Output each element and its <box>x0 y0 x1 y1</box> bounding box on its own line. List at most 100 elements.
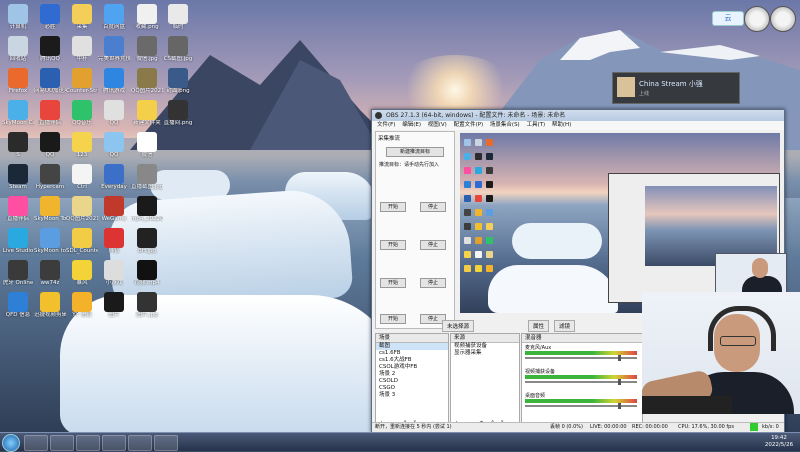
desktop-icon[interactable]: CS截图.jpg <box>162 36 194 63</box>
app-taskbar-button[interactable] <box>128 435 152 451</box>
start-stream-button[interactable]: 开始 <box>380 314 406 324</box>
desktop-icon[interactable]: QQ图片20210519101.png <box>131 68 163 95</box>
desktop-icon[interactable]: QQ <box>34 132 66 159</box>
desktop-icon[interactable]: QQ音乐 <box>66 100 98 127</box>
desktop-icon[interactable]: 封面.png <box>162 68 194 95</box>
desktop-icon[interactable]: Ctrl <box>66 164 98 191</box>
menu-profile[interactable]: 配置文件(P) <box>454 122 484 128</box>
desktop-icon[interactable]: 直播间.png <box>162 100 194 127</box>
obs-taskbar-button[interactable] <box>154 435 178 451</box>
desktop-icon[interactable]: 直播伴侣 <box>2 196 34 223</box>
desktop-icon[interactable]: 收藏.png <box>131 4 163 31</box>
desktop-icon[interactable]: 小游戏 <box>98 260 130 287</box>
menu-file[interactable]: 文件(F) <box>377 122 395 128</box>
start-stream-button[interactable]: 开始 <box>380 240 406 250</box>
desktop-icon[interactable]: 中杯 <box>66 36 98 63</box>
scene-item[interactable]: cs1.6大战FB <box>376 357 448 364</box>
source-item[interactable]: 视频捕获设备 <box>451 343 519 350</box>
menu-scene-collection[interactable]: 场景集合(S) <box>490 122 520 128</box>
gauge-icon[interactable] <box>744 6 770 32</box>
desktop-icon[interactable]: QFD 信息 <box>2 292 34 319</box>
desktop-icon[interactable]: 采集 <box>66 4 98 31</box>
desktop-icon[interactable]: 微信.jpg <box>131 36 163 63</box>
desktop-icon[interactable]: 百度网盘 <box>98 4 130 31</box>
desktop-icon-label: YY 语音 <box>72 312 92 318</box>
menu-edit[interactable]: 编辑(E) <box>402 122 421 128</box>
desktop-icon[interactable]: mp4_20220520.mp4 <box>131 196 163 223</box>
desktop-icon[interactable]: 暴风 <box>66 260 98 287</box>
desktop-icon[interactable]: S <box>2 132 34 159</box>
volume-knob[interactable] <box>618 355 621 361</box>
desktop-icon[interactable]: 必胜 <box>34 4 66 31</box>
source-item[interactable]: 显示器采集 <box>451 350 519 357</box>
scene-item[interactable]: 场景 3 <box>376 392 448 399</box>
desktop-icon[interactable]: 虎牙 Online <box>2 260 34 287</box>
desktop-icon[interactable]: YY 语音 <box>66 292 98 319</box>
explorer-taskbar-button[interactable] <box>76 435 100 451</box>
desktop-icon[interactable]: 完美世界竞技平台 <box>98 36 130 63</box>
desktop-icon[interactable]: SkyMoon tools <box>34 228 66 255</box>
scene-item[interactable]: cs1.6FB <box>376 350 448 357</box>
desktop-icon[interactable]: 迅捷视频剪辑 <box>34 292 66 319</box>
desktop-icon[interactable]: 图片.jpg <box>131 292 163 319</box>
desktop-icon[interactable]: 临时 <box>162 4 194 31</box>
steam-taskbar-button[interactable] <box>50 435 74 451</box>
scene-item[interactable]: CSGO <box>376 385 448 392</box>
stop-stream-button[interactable]: 停止 <box>420 278 446 288</box>
stop-stream-button[interactable]: 停止 <box>420 240 446 250</box>
properties-button[interactable]: 属性 <box>528 320 550 332</box>
clock[interactable]: 19:42 2022/5/26 <box>760 435 798 449</box>
scene-item[interactable]: 截图 <box>376 343 448 350</box>
desktop-icon[interactable]: QQ <box>98 132 130 159</box>
desktop-icon[interactable]: QQ图片20211201 <box>66 196 98 223</box>
desktop-icon[interactable]: Everyday <box>98 164 130 191</box>
desktop-icon[interactable]: 微信 <box>131 132 163 159</box>
gauge-icon[interactable] <box>770 6 796 32</box>
volume-knob[interactable] <box>618 379 621 385</box>
desktop-icon[interactable]: Live Studio <box>2 228 34 255</box>
desktop-icon[interactable]: 视频.mp4 <box>131 260 163 287</box>
desktop-icon[interactable]: Counter-Strike Global Off <box>66 68 98 95</box>
desktop-icon[interactable]: 网易UU加速器 <box>34 68 66 95</box>
desktop-icon[interactable]: SkyMoon Camera15 <box>2 100 34 127</box>
scene-item[interactable]: CSOL游戏中FB <box>376 364 448 371</box>
desktop-icon[interactable]: Firefox <box>2 68 34 95</box>
menu-help[interactable]: 帮助(H) <box>552 122 571 128</box>
volume-knob[interactable] <box>618 403 621 409</box>
desktop-icon[interactable]: 计算机 <box>2 4 34 31</box>
desktop-icon[interactable]: 直播伴侣 <box>34 100 66 127</box>
start-button[interactable] <box>2 434 20 452</box>
game-taskbar-button[interactable] <box>102 435 126 451</box>
desktop-icon[interactable]: 腾讯QQ <box>34 36 66 63</box>
scene-item[interactable]: 场景 2 <box>376 371 448 378</box>
desktop-icon[interactable]: Steam <box>2 164 34 191</box>
scene-item[interactable]: CSOLD <box>376 378 448 385</box>
desktop-icon[interactable]: ww74z <box>34 260 66 287</box>
desktop-icon[interactable]: 回收站 <box>2 36 34 63</box>
cloud-widget[interactable]: 云 <box>712 11 744 26</box>
ie-taskbar-button[interactable] <box>24 435 48 451</box>
desktop-icon[interactable]: SDL_Counter <box>66 228 98 255</box>
desktop-icon[interactable]: 图片 <box>98 292 130 319</box>
obs-titlebar[interactable]: OBS 27.1.3 (64-bit, windows) - 配置文件: 未命名… <box>372 110 784 121</box>
start-stream-button[interactable]: 开始 <box>380 278 406 288</box>
desktop-icon-label: SkyMoon Camera15 <box>2 120 34 126</box>
start-stream-button[interactable]: 开始 <box>380 202 406 212</box>
desktop-icon[interactable]: WeGame <box>98 196 130 223</box>
filters-button[interactable]: 滤镜 <box>554 320 576 332</box>
stop-stream-button[interactable]: 停止 <box>420 202 446 212</box>
menu-tools[interactable]: 工具(T) <box>526 122 545 128</box>
desktop-icon[interactable]: SkyMoon Tools <box>34 196 66 223</box>
desktop-icon[interactable]: 新建文件夹 <box>131 100 163 127</box>
desktop-icon[interactable]: QQ <box>98 100 130 127</box>
app-icon <box>72 228 92 248</box>
chat-notification[interactable]: China Stream 小强 上线 <box>612 72 740 104</box>
desktop-icon[interactable]: Hypercam <box>34 164 66 191</box>
new-stream-target-button[interactable]: 新建推流目标 <box>386 147 444 157</box>
desktop-icon[interactable]: 抖音 <box>98 228 130 255</box>
desktop-icon[interactable]: 123 <box>66 132 98 159</box>
desktop-icon[interactable]: BH.jpg <box>131 228 163 255</box>
desktop-icon[interactable]: 直播截图.jpg <box>131 164 163 191</box>
menu-view[interactable]: 视图(V) <box>428 122 447 128</box>
desktop-icon[interactable]: 腾讯游戏 <box>98 68 130 95</box>
